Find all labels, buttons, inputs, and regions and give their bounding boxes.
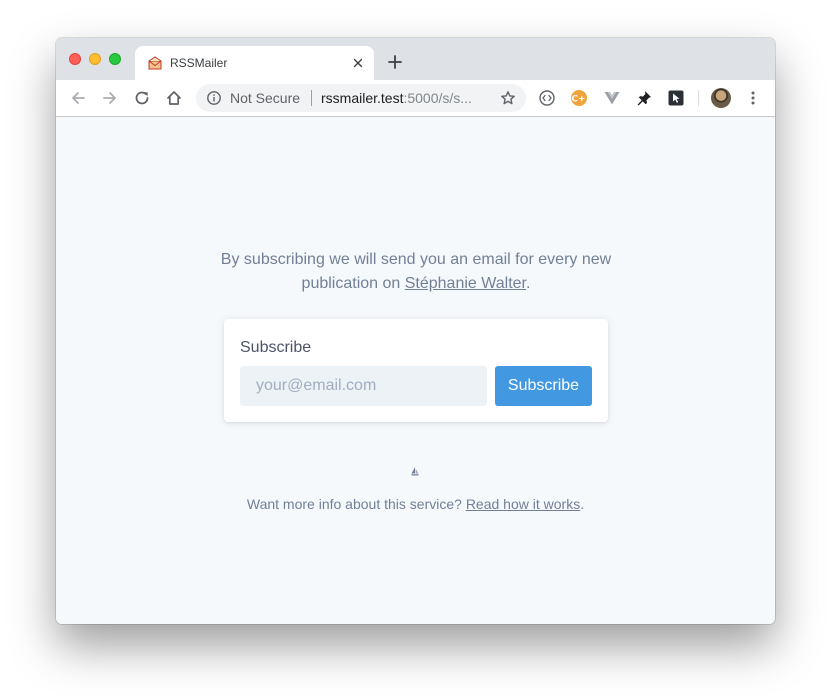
- more-menu-icon[interactable]: [744, 89, 762, 107]
- subscribe-card: Subscribe Subscribe: [224, 319, 608, 422]
- envelope-icon: [147, 55, 163, 71]
- new-tab-icon[interactable]: [387, 54, 403, 70]
- footer-suffix: .: [580, 496, 585, 512]
- footer-text: Want more info about this service? Read …: [56, 494, 775, 514]
- author-link[interactable]: Stéphanie Walter: [405, 275, 526, 292]
- browser-window: RSSMailer Not Secure rssmailer.test:5000…: [56, 38, 775, 624]
- pin-extension-icon[interactable]: [635, 89, 653, 107]
- email-input[interactable]: [240, 366, 487, 406]
- forward-arrow-icon[interactable]: [101, 89, 119, 107]
- security-label: Not Secure: [230, 90, 301, 106]
- address-bar[interactable]: Not Secure rssmailer.test:5000/s/s...: [196, 84, 526, 112]
- subscribe-button[interactable]: Subscribe: [495, 366, 592, 406]
- close-window-button[interactable]: [69, 53, 81, 65]
- footer-prefix: Want more info about this service?: [246, 496, 466, 512]
- back-arrow-icon[interactable]: [69, 89, 87, 107]
- tab-title: RSSMailer: [170, 56, 228, 70]
- bookmark-star-icon[interactable]: [500, 90, 516, 106]
- cplus-extension-icon[interactable]: C+: [570, 89, 588, 107]
- how-it-works-link[interactable]: Read how it works: [466, 496, 580, 512]
- omnibox-divider: [311, 90, 312, 106]
- close-tab-icon[interactable]: [350, 55, 366, 71]
- vue-extension-icon[interactable]: [603, 89, 621, 107]
- minimize-window-button[interactable]: [89, 53, 101, 65]
- intro-suffix: .: [526, 275, 531, 292]
- reload-icon[interactable]: [133, 89, 151, 107]
- svg-text:C+: C+: [571, 95, 585, 105]
- tab-strip: RSSMailer: [56, 38, 775, 80]
- code-extension-icon[interactable]: [538, 89, 556, 107]
- profile-avatar[interactable]: [711, 88, 731, 108]
- url-host: rssmailer.test: [321, 90, 404, 106]
- toolbar-separator: [698, 90, 699, 106]
- tab-rssmailer[interactable]: RSSMailer: [135, 46, 374, 80]
- url-text[interactable]: rssmailer.test:5000/s/s...: [321, 90, 472, 106]
- home-icon[interactable]: [165, 89, 183, 107]
- zoom-window-button[interactable]: [109, 53, 121, 65]
- card-title: Subscribe: [240, 339, 312, 356]
- sailboat-logo-icon: [410, 463, 420, 476]
- browser-toolbar: Not Secure rssmailer.test:5000/s/s... C+: [56, 80, 775, 117]
- info-icon[interactable]: [206, 90, 222, 106]
- page-content: By subscribing we will send you an email…: [56, 117, 775, 624]
- cursor-extension-icon[interactable]: [667, 89, 685, 107]
- intro-text: By subscribing we will send you an email…: [216, 248, 616, 296]
- url-path: :5000/s/s...: [403, 90, 472, 106]
